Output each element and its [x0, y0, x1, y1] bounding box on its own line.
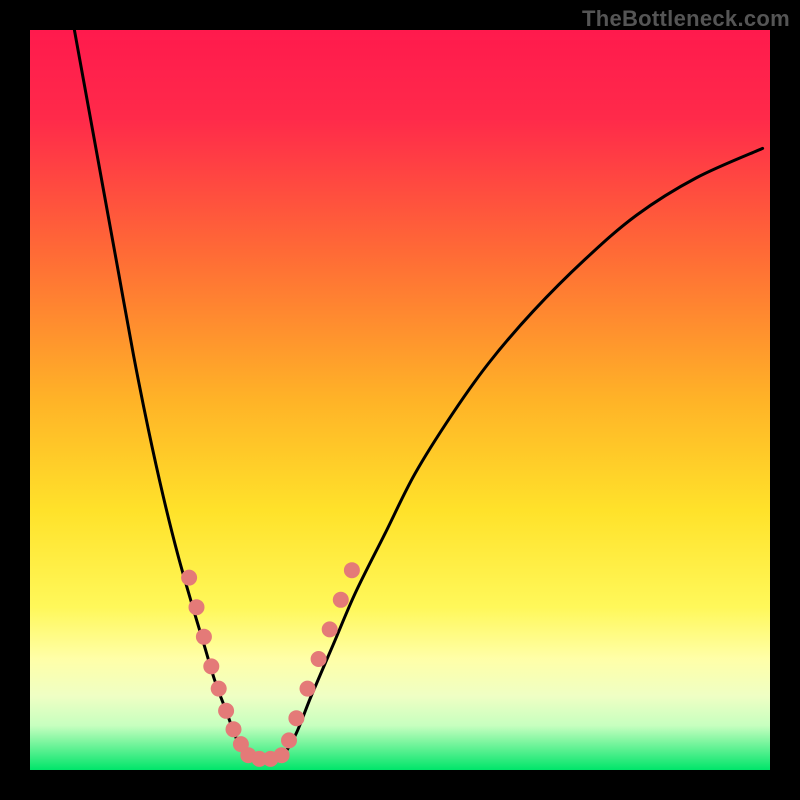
chart-canvas — [0, 0, 800, 800]
chart-stage: TheBottleneck.com — [0, 0, 800, 800]
marker-left-beads — [203, 658, 219, 674]
marker-left-beads — [218, 703, 234, 719]
marker-right-beads — [322, 621, 338, 637]
marker-right-beads — [288, 710, 304, 726]
marker-right-beads — [300, 681, 316, 697]
marker-left-beads — [189, 599, 205, 615]
marker-right-beads — [281, 732, 297, 748]
marker-left-beads — [196, 629, 212, 645]
marker-floor-beads — [274, 747, 290, 763]
marker-right-beads — [344, 562, 360, 578]
watermark-text: TheBottleneck.com — [582, 6, 790, 32]
marker-right-beads — [333, 592, 349, 608]
marker-left-beads — [181, 570, 197, 586]
marker-left-beads — [226, 721, 242, 737]
marker-right-beads — [311, 651, 327, 667]
marker-left-beads — [211, 681, 227, 697]
